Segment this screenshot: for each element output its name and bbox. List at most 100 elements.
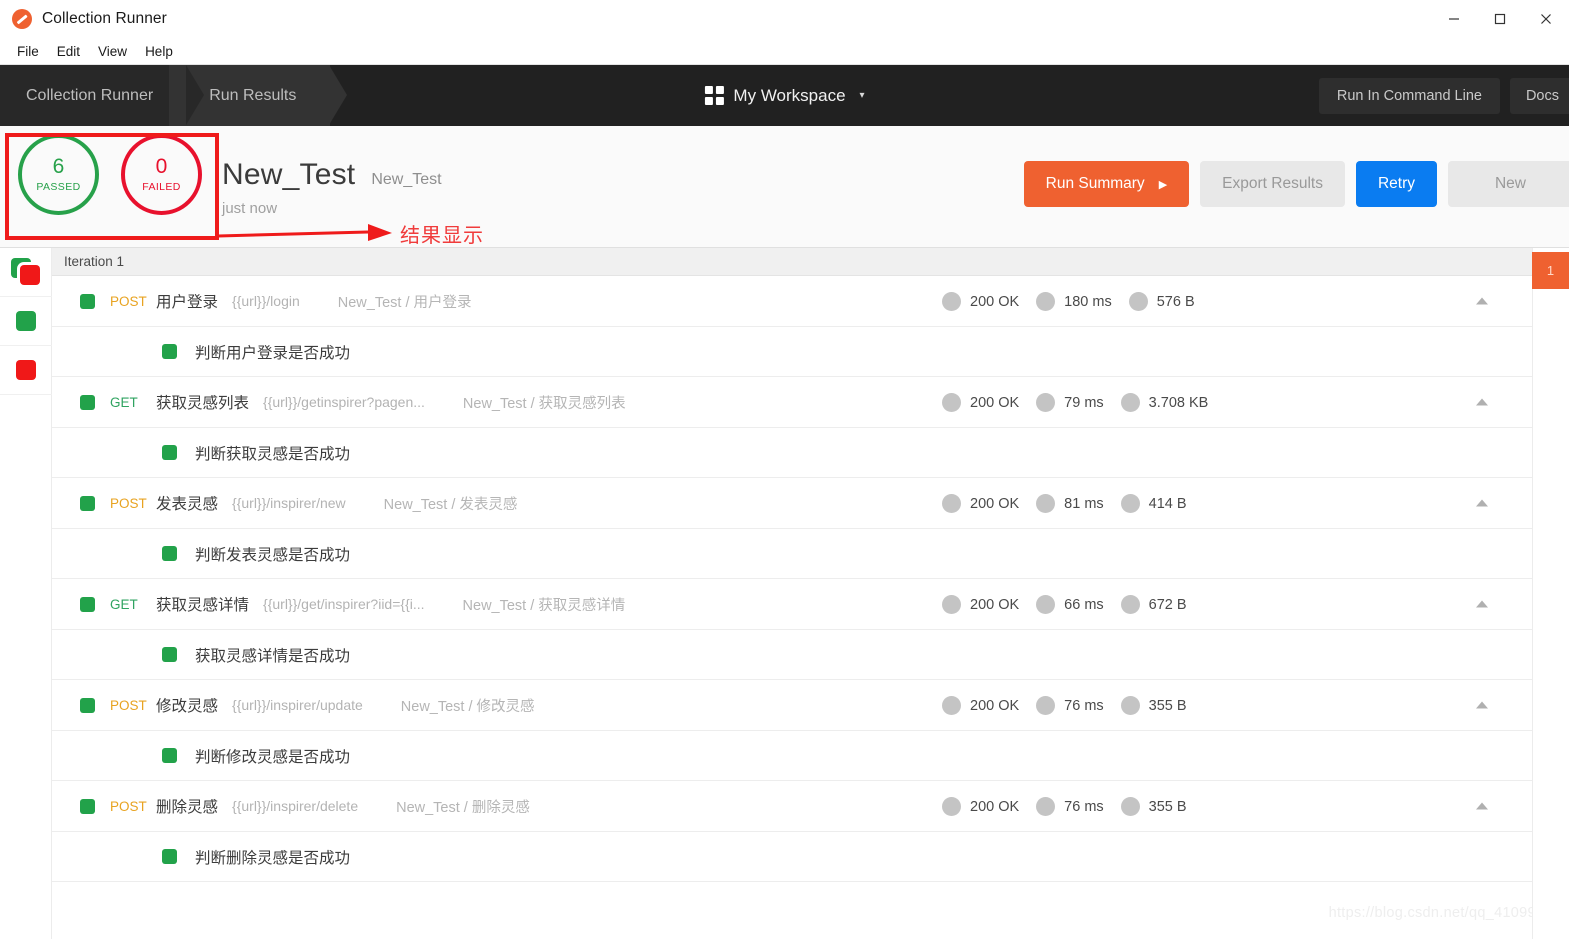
- menu-bar: File Edit View Help: [0, 38, 1569, 65]
- request-method: POST: [110, 495, 147, 511]
- workspace-selector[interactable]: My Workspace ▾: [704, 65, 865, 126]
- maximize-icon[interactable]: [1477, 0, 1523, 38]
- request-status-square-icon: [80, 394, 95, 410]
- results-list: Iteration 1 POST 用户登录 {{url}}/login New_Tes…: [52, 248, 1532, 939]
- request-path: New_Test / 修改灵感: [400, 698, 535, 715]
- chevron-up-icon[interactable]: [1476, 398, 1488, 406]
- list-item: 获取灵感详情是否成功: [52, 630, 1532, 680]
- metric-size: 355 B: [1120, 797, 1187, 816]
- metric-size: 672 B: [1120, 595, 1187, 614]
- request-metrics: 200 OK 79 ms 3.708 KB: [942, 377, 1208, 428]
- iteration-tab-1[interactable]: 1: [1532, 252, 1569, 289]
- chevron-up-icon[interactable]: [1476, 802, 1488, 810]
- breadcrumb-collection-runner[interactable]: Collection Runner: [0, 65, 205, 126]
- breadcrumb: Collection Runner Run Results: [0, 65, 348, 126]
- passed-square-icon: [16, 311, 36, 331]
- size-dot-icon: [1120, 797, 1140, 816]
- chevron-up-icon[interactable]: [1476, 600, 1488, 608]
- table-row[interactable]: GET 获取灵感列表 {{url}}/getinspirer?pagen... New…: [52, 377, 1532, 428]
- request-name: 获取灵感详情: [156, 597, 250, 614]
- test-name: 判断发表灵感是否成功: [195, 546, 351, 564]
- test-name: 判断用户登录是否成功: [195, 344, 351, 362]
- run-summary-bar: 6 PASSED 0 FAILED New_Test New_Test just…: [0, 126, 1569, 248]
- new-run-button[interactable]: New: [1448, 161, 1569, 207]
- passed-counter: 6 PASSED: [18, 134, 99, 215]
- table-row[interactable]: GET 获取灵感详情 {{url}}/get/inspirer?iid={{i...…: [52, 579, 1532, 630]
- list-item: 判断获取灵感是否成功: [52, 428, 1532, 478]
- status-code: 200 OK: [970, 293, 1020, 310]
- menu-item-edit[interactable]: Edit: [48, 41, 89, 62]
- request-method: POST: [110, 798, 147, 814]
- metric-status: 200 OK: [942, 292, 1019, 311]
- run-title-block: New_Test New_Test just now: [222, 158, 442, 217]
- annotation-label: 结果显示: [400, 225, 484, 247]
- response-time: 76 ms: [1064, 697, 1104, 714]
- table-row[interactable]: POST 删除灵感 {{url}}/inspirer/delete New_Test …: [52, 781, 1532, 832]
- menu-item-file[interactable]: File: [8, 41, 48, 62]
- iteration-strip: [1532, 248, 1569, 939]
- response-size: 355 B: [1148, 798, 1187, 815]
- close-icon[interactable]: [1523, 0, 1569, 38]
- request-status-square-icon: [80, 596, 95, 612]
- request-metrics: 200 OK 76 ms 355 B: [942, 680, 1187, 731]
- metric-status: 200 OK: [942, 797, 1019, 816]
- filter-failed-button[interactable]: [0, 346, 52, 395]
- passed-label: PASSED: [36, 181, 81, 193]
- collection-runner-window: Collection Runner File Edit View Help Co…: [0, 0, 1569, 939]
- metric-size: 3.708 KB: [1120, 393, 1208, 412]
- menu-item-view[interactable]: View: [89, 41, 136, 62]
- time-dot-icon: [1036, 797, 1056, 816]
- table-row[interactable]: POST 用户登录 {{url}}/login New_Test / 用户登录 200 …: [52, 276, 1532, 327]
- request-status-square-icon: [80, 293, 95, 309]
- list-item: 判断用户登录是否成功: [52, 327, 1532, 377]
- chevron-up-icon[interactable]: [1476, 499, 1488, 507]
- status-dot-icon: [942, 494, 961, 513]
- list-item: 判断发表灵感是否成功: [52, 529, 1532, 579]
- size-dot-icon: [1120, 696, 1140, 715]
- table-row[interactable]: POST 发表灵感 {{url}}/inspirer/new New_Test / 发…: [52, 478, 1532, 529]
- header-actions: Run In Command Line Docs: [1318, 65, 1569, 126]
- all-results-icon: [11, 258, 41, 286]
- status-dot-icon: [942, 797, 961, 816]
- test-status-square-icon: [162, 748, 177, 763]
- filter-passed-button[interactable]: [0, 297, 52, 346]
- test-name: 获取灵感详情是否成功: [195, 647, 351, 665]
- failed-count: 0: [155, 155, 168, 178]
- request-name: 用户登录: [156, 294, 219, 311]
- retry-button[interactable]: Retry: [1355, 161, 1437, 207]
- window-title: Collection Runner: [42, 10, 167, 27]
- run-in-command-line-button[interactable]: Run In Command Line: [1318, 77, 1500, 114]
- passed-count: 6: [52, 155, 65, 178]
- grid-icon: [704, 86, 724, 105]
- run-summary-label: Run Summary: [1045, 175, 1145, 192]
- size-dot-icon: [1120, 595, 1140, 614]
- chevron-up-icon[interactable]: [1476, 297, 1488, 305]
- menu-item-help[interactable]: Help: [136, 41, 182, 62]
- request-url: {{url}}/get/inspirer?iid={{i...: [263, 596, 425, 612]
- run-summary-button[interactable]: Run Summary ▶: [1023, 161, 1190, 207]
- export-results-button[interactable]: Export Results: [1200, 161, 1345, 207]
- minimize-icon[interactable]: [1431, 0, 1477, 38]
- play-arrow-icon: ▶: [1158, 178, 1168, 191]
- response-time: 180 ms: [1064, 293, 1112, 310]
- table-row[interactable]: POST 修改灵感 {{url}}/inspirer/update New_Test …: [52, 680, 1532, 731]
- filter-all-button[interactable]: [0, 248, 52, 297]
- metric-size: 355 B: [1120, 696, 1187, 715]
- metric-time: 76 ms: [1036, 797, 1104, 816]
- request-path: New_Test / 获取灵感详情: [462, 597, 626, 614]
- test-name: 判断修改灵感是否成功: [195, 748, 351, 766]
- status-dot-icon: [942, 393, 961, 412]
- request-name: 发表灵感: [156, 496, 219, 513]
- status-code: 200 OK: [970, 394, 1020, 411]
- failed-square-icon: [16, 360, 36, 380]
- window-title-bar: Collection Runner: [0, 0, 1569, 38]
- request-status-square-icon: [80, 495, 95, 511]
- metric-time: 79 ms: [1036, 393, 1104, 412]
- docs-button[interactable]: Docs: [1509, 77, 1569, 114]
- response-time: 76 ms: [1064, 798, 1104, 815]
- chevron-up-icon[interactable]: [1476, 701, 1488, 709]
- request-status-square-icon: [80, 697, 95, 713]
- metric-time: 76 ms: [1036, 696, 1104, 715]
- metric-status: 200 OK: [942, 494, 1019, 513]
- page-title: New_Test: [222, 158, 356, 191]
